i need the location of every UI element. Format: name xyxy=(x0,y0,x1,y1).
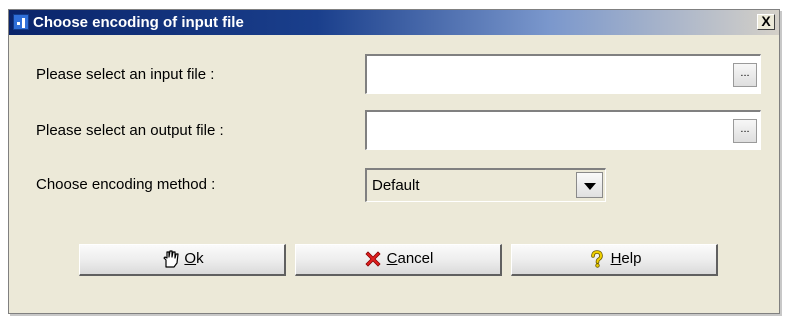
app-info-icon xyxy=(13,14,29,30)
cancel-label-rest: ancel xyxy=(397,250,434,267)
pointing-hand-icon xyxy=(163,250,180,268)
title-bar[interactable]: Choose encoding of input file X xyxy=(9,10,779,35)
output-browse-button[interactable]: ... xyxy=(733,119,757,143)
output-file-field[interactable]: ... xyxy=(365,110,761,150)
input-file-label: Please select an input file : xyxy=(36,66,215,83)
chevron-down-icon[interactable] xyxy=(576,172,603,198)
window-title: Choose encoding of input file xyxy=(33,14,244,31)
output-file-label: Please select an output file : xyxy=(36,122,224,139)
help-button[interactable]: Help xyxy=(511,244,718,276)
input-file-field[interactable]: ... xyxy=(365,54,761,94)
input-browse-button[interactable]: ... xyxy=(733,63,757,87)
encoding-dialog: Choose encoding of input file X Please s… xyxy=(8,9,780,314)
red-x-icon xyxy=(365,251,381,267)
close-button[interactable]: X xyxy=(757,14,775,30)
ok-label-rest: k xyxy=(196,250,204,267)
encoding-method-label: Choose encoding method : xyxy=(36,176,216,193)
ok-button[interactable]: Ok xyxy=(79,244,286,276)
encoding-method-select[interactable]: Default xyxy=(365,168,606,202)
help-label-rest: elp xyxy=(621,250,642,267)
cancel-mnemonic: C xyxy=(386,250,398,267)
input-file-input[interactable] xyxy=(369,58,721,86)
encoding-selected-value: Default xyxy=(372,177,420,194)
help-mnemonic: H xyxy=(610,250,622,267)
cancel-button[interactable]: Cancel xyxy=(295,244,502,276)
ok-mnemonic: O xyxy=(184,250,197,267)
output-file-input[interactable] xyxy=(369,114,721,142)
question-mark-icon xyxy=(590,250,603,268)
